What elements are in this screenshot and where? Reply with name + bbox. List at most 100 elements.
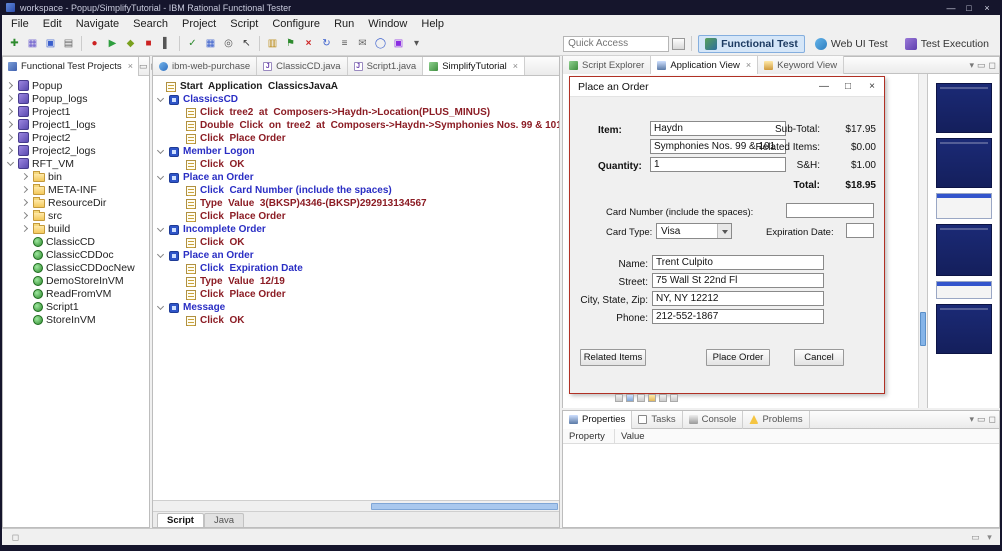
script-action-line[interactable]: Click OK (153, 314, 559, 327)
tab-console[interactable]: Console (683, 410, 744, 429)
result-thumbnail[interactable] (935, 193, 992, 219)
perspective-web-ui-test[interactable]: Web UI Test (808, 35, 895, 53)
result-thumbnail[interactable] (935, 138, 992, 188)
delete-icon[interactable]: × (300, 35, 317, 52)
card-number-field[interactable] (786, 203, 874, 218)
perspective-test-execution[interactable]: Test Execution (898, 35, 996, 53)
tab-script-view[interactable]: Script (157, 513, 204, 527)
tree-item-popup-logs[interactable]: Popup_logs (3, 92, 149, 105)
minimize-view-icon[interactable]: ▭ (977, 60, 986, 71)
window-minimize-button[interactable]: — (942, 3, 960, 13)
tree-item-build[interactable]: build (3, 222, 149, 235)
tree-item-rft-vm[interactable]: RFT_VM (3, 157, 149, 170)
tab-java-view[interactable]: Java (203, 513, 245, 527)
result-thumbnail[interactable] (935, 281, 992, 299)
place-order-button[interactable]: Place Order (706, 349, 770, 366)
tree-item-bin[interactable]: bin (3, 170, 149, 183)
list-icon[interactable]: ≡ (336, 35, 353, 52)
script-action-line[interactable]: Click OK (153, 158, 559, 171)
result-thumbnail[interactable] (935, 224, 992, 276)
scrollbar-thumb[interactable] (920, 312, 926, 346)
script-action-line[interactable]: Click Place Order (153, 132, 559, 145)
script-group-line[interactable]: Incomplete Order (153, 223, 559, 236)
tree-item-popup[interactable]: Popup (3, 79, 149, 92)
dialog-minimize-button[interactable]: — (812, 77, 836, 97)
tree-item-classiccd[interactable]: ClassicCD (3, 235, 149, 248)
menu-navigate[interactable]: Navigate (69, 16, 126, 32)
tree-item-classiccddoc[interactable]: ClassicCDDoc (3, 248, 149, 261)
column-value[interactable]: Value (615, 431, 645, 442)
tree-item-project2[interactable]: Project2 (3, 131, 149, 144)
dropdown-icon[interactable]: ▾ (408, 35, 425, 52)
close-icon[interactable]: × (126, 61, 133, 71)
quick-access-input[interactable] (563, 35, 670, 52)
notification-icon[interactable]: ▭ (970, 532, 981, 543)
resize-grip-icon[interactable]: ▾ (984, 532, 995, 543)
script-action-line[interactable]: Click tree2 at Composers->Haydn->Locatio… (153, 106, 559, 119)
open-perspective-icon[interactable] (670, 35, 687, 52)
tree-item-src[interactable]: src (3, 209, 149, 222)
menu-help[interactable]: Help (414, 16, 451, 32)
camera-icon[interactable]: ▣ (390, 35, 407, 52)
script-start-line[interactable]: Start Application ClassicsJavaA (153, 80, 559, 93)
tab-keyword-view[interactable]: Keyword View (758, 56, 845, 74)
vertical-scrollbar[interactable] (918, 74, 927, 408)
script-group-line[interactable]: Place an Order (153, 249, 559, 262)
script-action-line[interactable]: Click Place Order (153, 210, 559, 223)
tree-item-meta-inf[interactable]: META-INF (3, 183, 149, 196)
tree-item-readfromvm[interactable]: ReadFromVM (3, 287, 149, 300)
new-project-icon[interactable]: ▦ (24, 35, 41, 52)
tab-script-explorer[interactable]: Script Explorer (563, 56, 652, 74)
window-maximize-button[interactable]: □ (960, 3, 978, 13)
close-icon[interactable]: × (744, 60, 751, 70)
tree-item-classiccddocnew[interactable]: ClassicCDDocNew (3, 261, 149, 274)
phone-field[interactable] (652, 309, 824, 324)
inspector-icon[interactable]: ◎ (220, 35, 237, 52)
dialog-close-button[interactable]: × (860, 77, 884, 97)
tab-simplifytutorial[interactable]: SimplifyTutorial × (423, 57, 526, 75)
quantity-field[interactable] (650, 157, 786, 172)
menu-file[interactable]: File (4, 16, 36, 32)
result-thumbnail[interactable] (935, 304, 992, 354)
tree-item-script1[interactable]: Script1 (3, 300, 149, 313)
menu-project[interactable]: Project (175, 16, 223, 32)
status-left-icon[interactable]: ◻ (10, 532, 21, 543)
menu-run[interactable]: Run (327, 16, 361, 32)
tree-item-project2-logs[interactable]: Project2_logs (3, 144, 149, 157)
save-icon[interactable]: ▣ (42, 35, 59, 52)
new-script-icon[interactable]: ✚ (6, 35, 23, 52)
pause-icon[interactable]: ▌ (158, 35, 175, 52)
minimize-view-icon[interactable]: ▭ (139, 61, 148, 72)
expiration-field[interactable] (846, 223, 874, 238)
street-field[interactable] (652, 273, 824, 288)
flag-icon[interactable]: ⚑ (282, 35, 299, 52)
view-menu-icon[interactable]: ▾ (969, 60, 974, 71)
menu-search[interactable]: Search (126, 16, 175, 32)
close-icon[interactable]: × (511, 61, 518, 71)
related-items-button[interactable]: Related Items (580, 349, 646, 366)
tab-tasks[interactable]: Tasks (632, 410, 683, 429)
script-action-line[interactable]: Type Value 12/19 (153, 275, 559, 288)
result-thumbnail[interactable] (935, 83, 992, 133)
menu-script[interactable]: Script (223, 16, 265, 32)
globe-icon[interactable]: ◯ (372, 35, 389, 52)
column-property[interactable]: Property (563, 429, 615, 443)
card-type-select[interactable]: Visa (656, 223, 732, 239)
tab-ibm-web-purchase[interactable]: ibm-web-purchase (153, 57, 258, 75)
script-group-line[interactable]: Member Logon (153, 145, 559, 158)
script-group-line[interactable]: Place an Order (153, 171, 559, 184)
verification-point-icon[interactable]: ✓ (184, 35, 201, 52)
dialog-maximize-button[interactable]: □ (836, 77, 860, 97)
object-map-icon[interactable]: ▦ (202, 35, 219, 52)
menu-edit[interactable]: Edit (36, 16, 69, 32)
cancel-button[interactable]: Cancel (794, 349, 844, 366)
script-action-line[interactable]: Type Value 3(BKSP)4346-(BKSP)29291313456… (153, 197, 559, 210)
script-action-line[interactable]: Click OK (153, 236, 559, 249)
menu-configure[interactable]: Configure (265, 16, 327, 32)
horizontal-scrollbar[interactable] (153, 500, 559, 511)
script-action-line[interactable]: Double Click on tree2 at Composers->Hayd… (153, 119, 559, 132)
tree-item-storeinvm[interactable]: StoreInVM (3, 313, 149, 326)
record-icon[interactable]: ● (86, 35, 103, 52)
print-icon[interactable]: ▤ (60, 35, 77, 52)
tab-problems[interactable]: Problems (743, 410, 810, 429)
